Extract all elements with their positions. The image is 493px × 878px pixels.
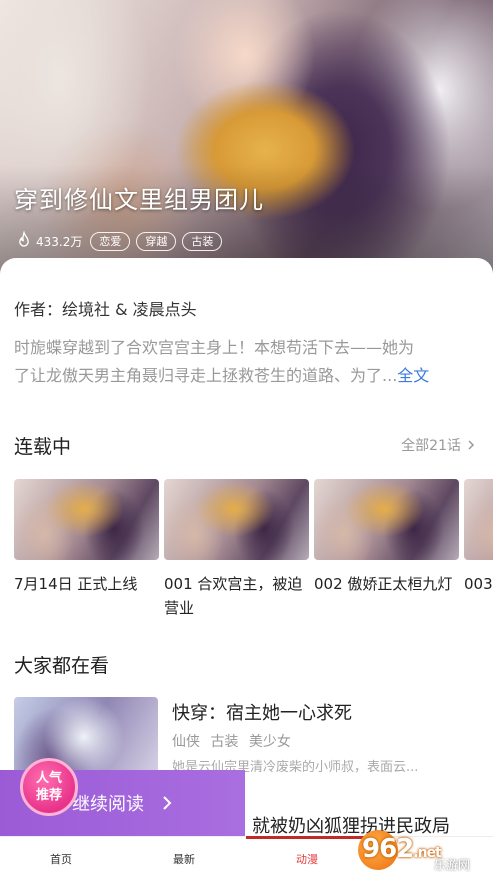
- recommend-tag: 古装: [210, 734, 239, 750]
- chevron-right-icon: [163, 796, 172, 810]
- hero-banner: 穿到修仙文里组男团儿 433.2万 恋爱 穿越 古装: [0, 0, 493, 275]
- read-full-link[interactable]: 全文: [397, 362, 429, 390]
- description-line-1: 时旎蝶穿越到了合欢宫宫主身上！本想苟活下去——她为: [14, 338, 415, 357]
- serial-section-title: 连载中: [14, 432, 72, 462]
- all-episodes-link[interactable]: 全部21话: [401, 435, 477, 455]
- episode-title: 001 合欢宫主，被迫营业: [164, 575, 303, 617]
- serial-title-text: 连载中: [14, 436, 72, 458]
- recommend-title-text: 大家都在看: [14, 655, 110, 677]
- comic-title: 穿到修仙文里组男团儿: [14, 186, 264, 214]
- episode-thumbnail: [164, 479, 309, 560]
- recommend-tag: 美少女: [248, 734, 291, 750]
- popularity: 433.2万: [14, 231, 82, 251]
- episode-item[interactable]: 7月14日 正式上线: [14, 479, 159, 596]
- all-episodes-label: 全部21话: [401, 438, 461, 454]
- description-ellipsis: ...: [382, 366, 398, 385]
- episode-thumbnail: [464, 479, 493, 560]
- popularity-count: 433.2万: [36, 234, 83, 249]
- badge-line-2: 推荐: [35, 788, 62, 803]
- site-watermark: 962.net 乐游网: [358, 826, 488, 874]
- popular-badge: 人气 推荐: [20, 758, 78, 816]
- chevron-right-icon: [468, 440, 475, 450]
- author-line: 作者：绘境社 & 凌晨点头: [14, 300, 197, 319]
- episode-item[interactable]: 001 合欢宫主，被迫营业: [164, 479, 309, 620]
- hero-meta: 433.2万 恋爱 穿越 古装: [14, 231, 223, 251]
- episode-item[interactable]: 003: [464, 479, 493, 596]
- badge-line-1: 人气: [35, 771, 62, 786]
- episode-thumbnail: [14, 479, 159, 560]
- recommend-tags: 仙侠 古装 美少女: [172, 731, 297, 751]
- recommend-title: 快穿：宿主她一心求死: [172, 703, 352, 724]
- continue-reading-label: 继续阅读: [72, 794, 144, 815]
- watermark-number: 962.net: [362, 834, 442, 864]
- tab-anime[interactable]: 动漫: [296, 851, 318, 867]
- episode-title: 002 傲娇正太桓九灯: [314, 575, 453, 593]
- episode-thumbnail: [314, 479, 459, 560]
- active-tab-indicator: [246, 836, 370, 839]
- watermark-number-text: 962: [362, 834, 414, 864]
- tag-romance[interactable]: 恋爱: [90, 231, 131, 251]
- episode-title: 7月14日 正式上线: [14, 575, 138, 593]
- tag-time-travel[interactable]: 穿越: [136, 231, 177, 251]
- description-line-2: 了让龙傲天男主角聂归寻走上拯救苍生的道路、为了 ... 全文: [14, 362, 480, 390]
- tab-latest[interactable]: 最新: [173, 851, 195, 867]
- recommend-tag: 仙侠: [172, 734, 200, 750]
- description-line-2-text: 了让龙傲天男主角聂归寻走上拯救苍生的道路、为了: [14, 366, 383, 385]
- episode-list: 7月14日 正式上线 001 合欢宫主，被迫营业 002 傲娇正太桓九灯 003: [14, 479, 493, 629]
- flame-icon: [19, 231, 29, 247]
- watermark-text: 乐游网: [434, 858, 471, 872]
- tag-costume[interactable]: 古装: [182, 231, 223, 251]
- episode-title: 003: [464, 575, 493, 593]
- tab-home[interactable]: 首页: [50, 851, 72, 867]
- episode-item[interactable]: 002 傲娇正太桓九灯: [314, 479, 459, 596]
- recommend-section-title: 大家都在看: [14, 651, 110, 681]
- description: 时旎蝶穿越到了合欢宫宫主身上！本想苟活下去——她为 了让龙傲天男主角聂归寻走上拯…: [14, 334, 480, 390]
